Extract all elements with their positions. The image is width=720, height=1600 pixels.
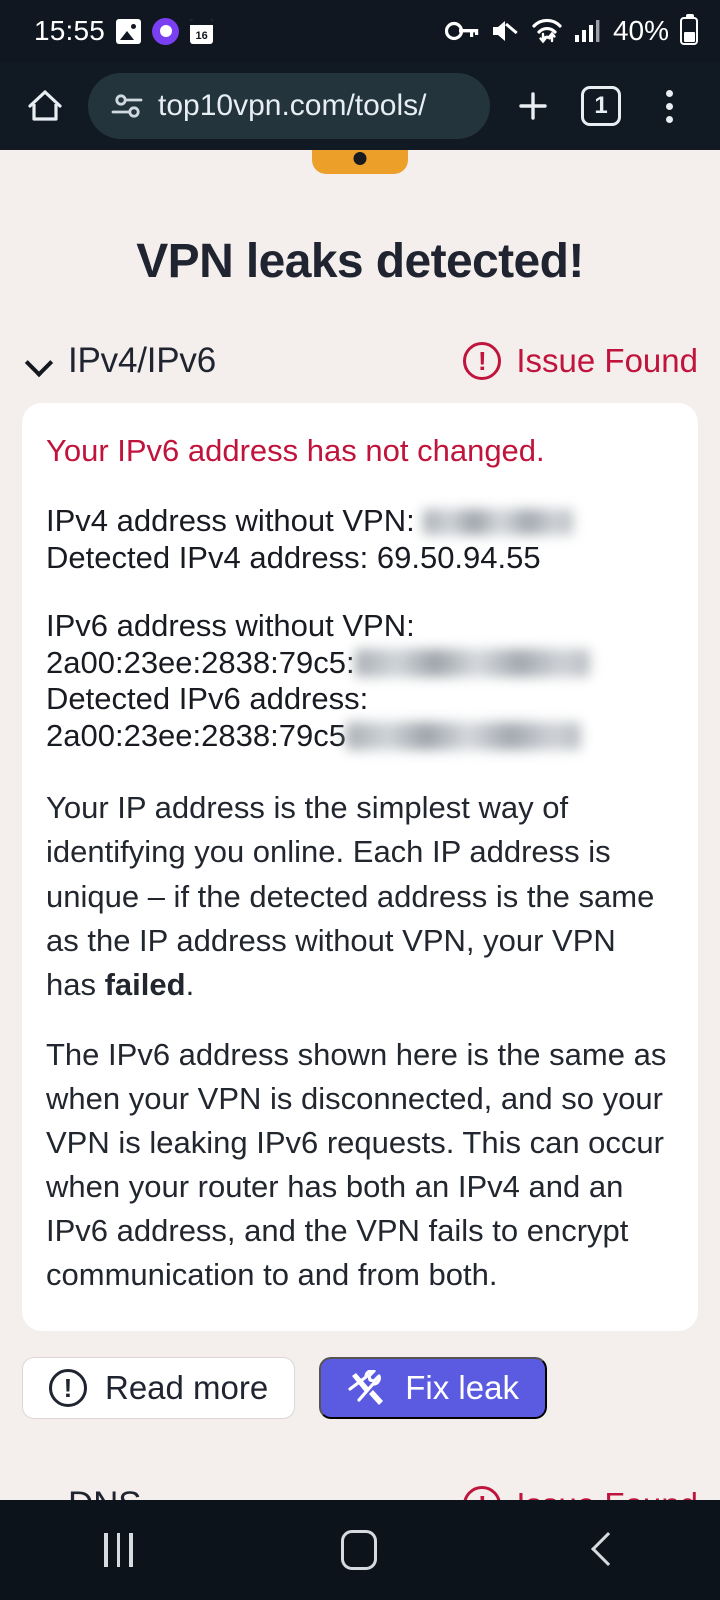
- ipv6-detected-label: Detected IPv6 address:: [46, 681, 369, 717]
- battery-icon: [680, 14, 698, 45]
- tab-count[interactable]: 1: [581, 86, 621, 126]
- redacted-value: [354, 648, 590, 677]
- circle-ring-icon: [152, 17, 180, 45]
- home-nav-icon[interactable]: [341, 1530, 378, 1570]
- ipv4-detected-label: Detected IPv4 address:: [46, 539, 369, 575]
- exclamation-circle-icon: !: [463, 342, 502, 380]
- overflow-menu-icon[interactable]: [665, 89, 673, 123]
- hero-illustration: [312, 150, 408, 174]
- ipv4-ipv6-card: Your IPv6 address has not changed. IPv4 …: [22, 403, 698, 1331]
- info-circle-icon: !: [49, 1368, 87, 1407]
- ipv4-detected-row: Detected IPv4 address: 69.50.94.55: [46, 540, 674, 577]
- ipv6-without-vpn-value: 2a00:23ee:2838:79c5:: [46, 644, 355, 680]
- url-bar[interactable]: top10vpn.com/tools/: [88, 73, 490, 139]
- section-toggle-ipv4-ipv6[interactable]: IPv4/IPv6: [26, 341, 216, 381]
- status-badge-dns: ! Issue Found: [463, 1485, 698, 1500]
- status-time: 15:55: [34, 15, 106, 46]
- exclamation-circle-icon: !: [463, 1485, 502, 1500]
- action-buttons: ! Read more Fix leak: [0, 1331, 720, 1419]
- ipv4-without-vpn-label: IPv4 address without VPN:: [46, 503, 415, 538]
- paragraph-1-bold: failed: [104, 966, 186, 1002]
- page-content: VPN leaks detected! IPv4/IPv6 ! Issue Fo…: [0, 150, 720, 1500]
- phone-screen: 15:55 16 40% top10vpn.com/tools/ 1 VPN l…: [0, 0, 720, 1600]
- ipv4-without-vpn-row: IPv4 address without VPN:: [46, 503, 674, 540]
- fix-leak-label: Fix leak: [405, 1368, 519, 1406]
- browser-toolbar: top10vpn.com/tools/ 1: [0, 62, 720, 150]
- wifi-icon: [531, 18, 563, 44]
- section-toggle-dns[interactable]: DNS: [26, 1485, 141, 1500]
- mute-icon: [490, 18, 520, 44]
- section-label: IPv4/IPv6: [68, 341, 216, 380]
- ipv4-detected-value: 69.50.94.55: [376, 539, 541, 575]
- hero-dot-icon: [353, 152, 367, 165]
- ipv6-without-vpn-label: IPv6 address without VPN:: [46, 608, 415, 644]
- image-icon: [116, 18, 142, 44]
- redacted-value: [423, 509, 574, 535]
- status-bar-left: 15:55 16: [34, 15, 214, 47]
- section-header-dns[interactable]: DNS ! Issue Found: [0, 1485, 720, 1500]
- url-text[interactable]: top10vpn.com/tools/: [158, 89, 427, 123]
- vpn-key-icon: [444, 20, 479, 42]
- section-header-ipv4-ipv6[interactable]: IPv4/IPv6 ! Issue Found: [0, 341, 720, 381]
- status-badge-label: Issue Found: [516, 342, 698, 379]
- battery-percent: 40%: [612, 15, 669, 46]
- ipv4-group: IPv4 address without VPN: Detected IPv4 …: [46, 503, 674, 576]
- section-label: DNS: [68, 1485, 141, 1500]
- ipv6-without-vpn-label-row: IPv6 address without VPN:: [46, 608, 674, 645]
- tab-switcher-button[interactable]: 1: [570, 75, 632, 137]
- cell-signal-icon: [574, 18, 600, 44]
- fix-leak-button[interactable]: Fix leak: [319, 1356, 547, 1419]
- ipv6-detected-value: 2a00:23ee:2838:79c5: [46, 717, 346, 753]
- status-badge-label: Issue Found: [516, 1486, 698, 1500]
- ipv6-detected-value-row: 2a00:23ee:2838:79c5: [46, 718, 674, 755]
- explanation-paragraph-2: The IPv6 address shown here is the same …: [46, 1036, 667, 1292]
- paragraph-1-after: .: [185, 966, 195, 1002]
- explanation-paragraph-1: Your IP address is the simplest way of i…: [46, 786, 674, 1006]
- chevron-down-icon[interactable]: [26, 1492, 52, 1500]
- recents-icon[interactable]: [104, 1533, 133, 1567]
- home-button[interactable]: [14, 75, 76, 137]
- status-badge-ipv4-ipv6: ! Issue Found: [463, 342, 698, 380]
- chevron-down-icon[interactable]: [26, 348, 52, 374]
- android-nav-bar: [0, 1500, 720, 1600]
- ipv6-without-vpn-value-row: 2a00:23ee:2838:79c5:: [46, 645, 674, 682]
- tools-icon: [347, 1368, 387, 1406]
- back-icon[interactable]: [586, 1535, 616, 1565]
- home-icon: [28, 90, 62, 121]
- ipv6-detected-label-row: Detected IPv6 address:: [46, 681, 674, 718]
- status-bar: 15:55 16 40%: [0, 0, 720, 62]
- plus-icon: [519, 92, 547, 120]
- site-settings-icon[interactable]: [110, 91, 144, 121]
- new-tab-button[interactable]: [502, 75, 564, 137]
- overflow-menu-button[interactable]: [638, 75, 700, 137]
- read-more-label: Read more: [105, 1368, 269, 1406]
- redacted-value: [345, 721, 581, 750]
- calendar-icon: 16: [190, 18, 214, 44]
- read-more-button[interactable]: ! Read more: [22, 1356, 296, 1419]
- status-bar-right: 40%: [444, 14, 698, 47]
- card-alert-text: Your IPv6 address has not changed.: [46, 433, 545, 468]
- ipv6-group: IPv6 address without VPN: 2a00:23ee:2838…: [46, 608, 674, 754]
